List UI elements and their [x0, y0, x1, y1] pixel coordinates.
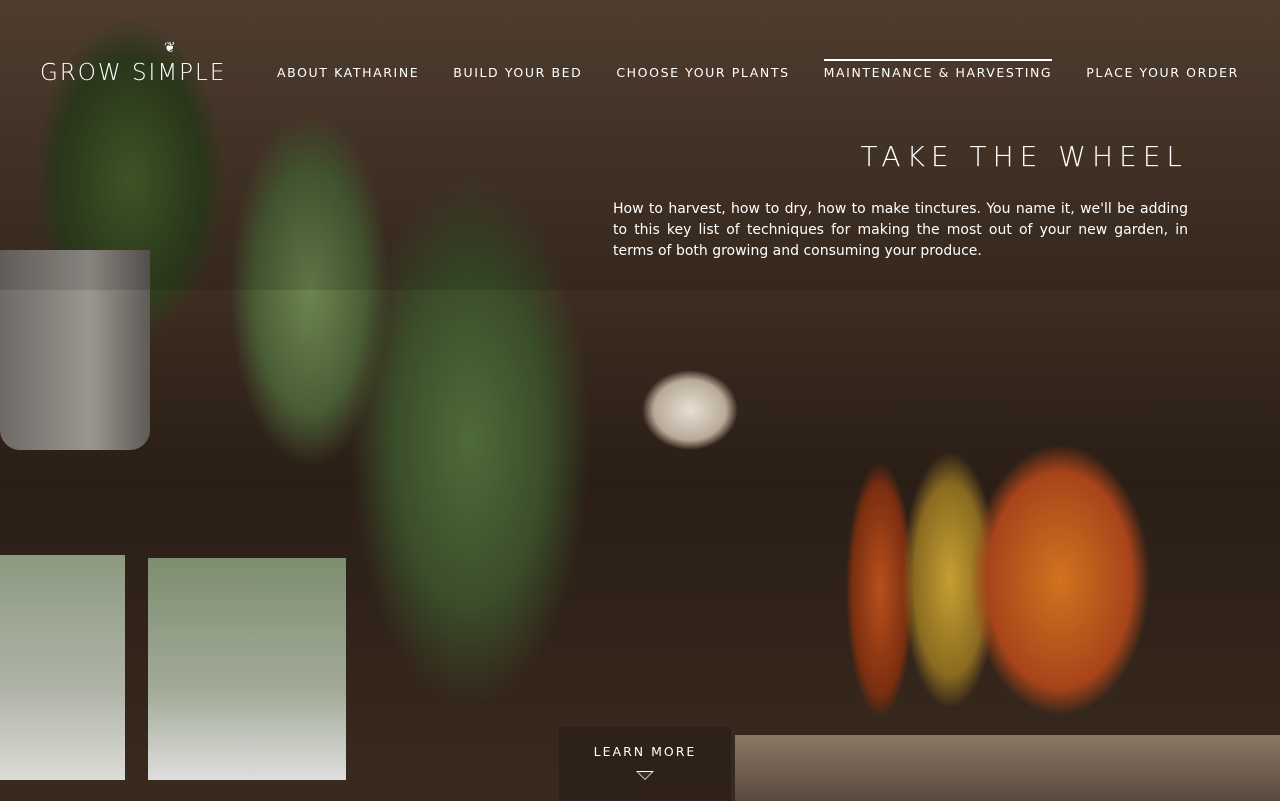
- nav-maintenance-harvesting[interactable]: MAINTENANCE & HARVESTING: [823, 59, 1053, 80]
- learn-more-label: LEARN MORE: [593, 744, 697, 759]
- triangle-down-icon: [636, 771, 654, 780]
- brand-name: GROW SIMPLE: [40, 60, 227, 86]
- nav-build-your-bed[interactable]: BUILD YOUR BED: [453, 64, 582, 80]
- learn-more-button[interactable]: LEARN MORE: [559, 727, 731, 801]
- background-shelf: [735, 735, 1280, 801]
- logo-link[interactable]: ❦ GROW SIMPLE: [40, 40, 227, 86]
- nav-choose-your-plants[interactable]: CHOOSE YOUR PLANTS: [616, 64, 789, 80]
- background-window-pane: [148, 558, 346, 780]
- leaf-icon: ❦: [164, 40, 178, 56]
- hero-title: TAKE THE WHEEL: [860, 140, 1188, 173]
- nav-place-your-order[interactable]: PLACE YOUR ORDER: [1086, 64, 1239, 80]
- hero-text: How to harvest, how to dry, how to make …: [613, 201, 1188, 259]
- nav-about-katharine[interactable]: ABOUT KATHARINE: [277, 64, 419, 80]
- main-nav: ABOUT KATHARINE BUILD YOUR BED CHOOSE YO…: [277, 59, 1273, 80]
- background-window-pane: [0, 555, 125, 780]
